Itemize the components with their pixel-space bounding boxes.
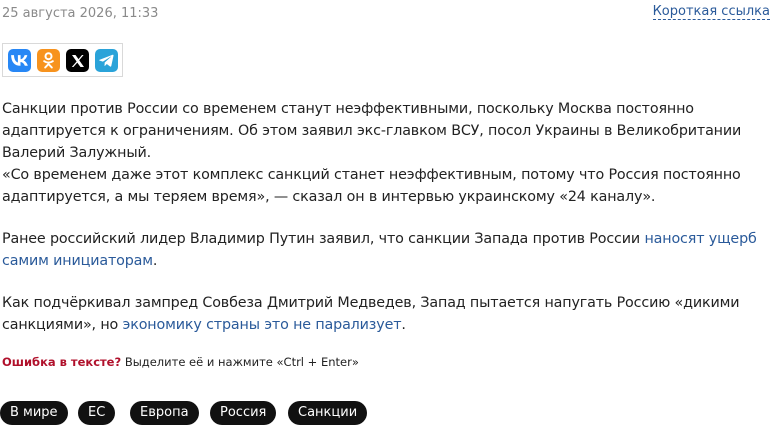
- error-report-label: Ошибка в тексте?: [2, 355, 122, 369]
- tag-sanktsii[interactable]: Санкции: [288, 401, 368, 425]
- article-paragraph-4: Как подчёркивал зампред Совбеза Дмитрий …: [2, 292, 769, 336]
- x-icon: [71, 54, 85, 68]
- error-report-instructions: Выделите её и нажмите «Ctrl + Enter»: [124, 355, 359, 369]
- tag-rossiya[interactable]: Россия: [210, 401, 277, 425]
- share-odnoklassniki-button[interactable]: [37, 49, 60, 72]
- telegram-icon: [99, 54, 114, 67]
- tag-v-mire[interactable]: В мире: [0, 401, 68, 425]
- related-article-link-economy[interactable]: экономику страны это не парализует: [123, 317, 402, 333]
- share-x-button[interactable]: [66, 49, 89, 72]
- article-paragraph-2: «Со временем даже этот комплекс санкций …: [2, 167, 741, 205]
- share-buttons: [2, 43, 123, 77]
- vk-icon: [11, 55, 28, 66]
- tag-es[interactable]: ЕС: [78, 401, 116, 425]
- article-paragraph-1: Санкции против России со временем станут…: [2, 101, 742, 161]
- paragraph-end: .: [152, 253, 158, 269]
- share-vk-button[interactable]: [8, 49, 31, 72]
- paragraph-end: .: [401, 317, 406, 333]
- share-telegram-button[interactable]: [95, 49, 118, 72]
- paragraph-text: Ранее российский лидер Владимир Путин за…: [2, 231, 645, 247]
- article-meta: 25 августа 2026, 11:33 Короткая ссылка: [0, 4, 771, 24]
- short-link-button[interactable]: Короткая ссылка: [652, 4, 770, 20]
- article-paragraph-3: Ранее российский лидер Владимир Путин за…: [2, 228, 769, 272]
- odnoklassniki-icon: [42, 52, 55, 69]
- tag-evropa[interactable]: Европа: [130, 401, 199, 425]
- publication-date: 25 августа 2026, 11:33: [2, 6, 159, 21]
- error-report-hint: Ошибка в тексте? Выделите её и нажмите «…: [2, 355, 359, 369]
